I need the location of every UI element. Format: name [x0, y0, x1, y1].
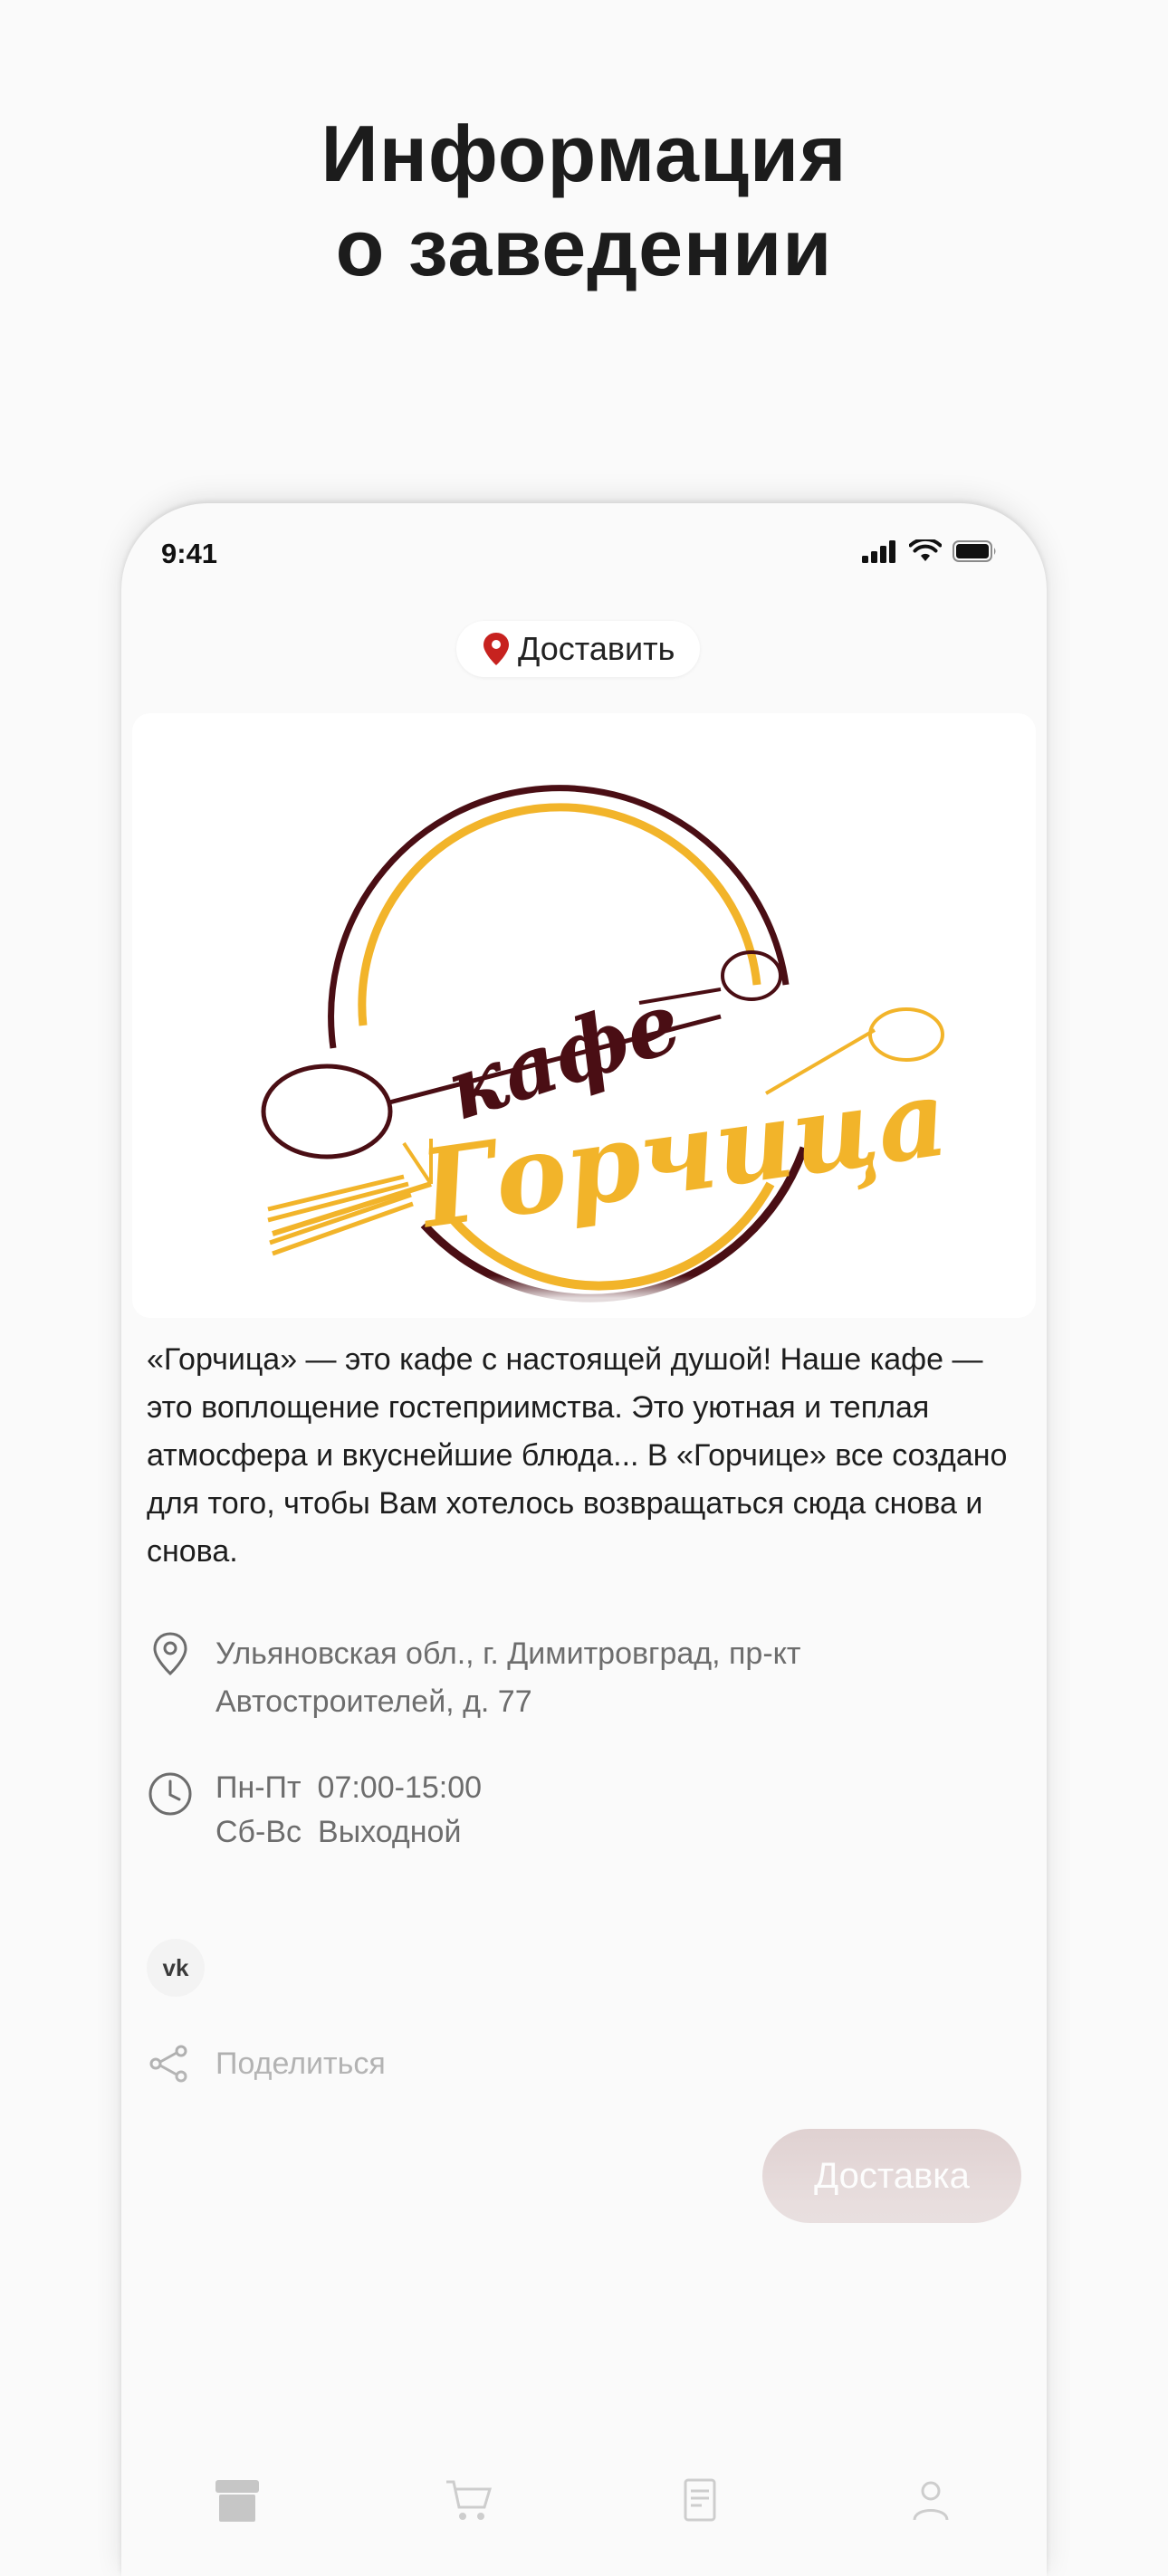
cellular-signal-icon	[862, 540, 895, 563]
map-pin-icon	[153, 1632, 187, 1676]
tab-profile[interactable]	[876, 2476, 985, 2524]
delivery-pill-label: Доставить	[518, 630, 675, 667]
wifi-icon	[909, 539, 942, 561]
status-icons	[862, 539, 998, 563]
store-icon	[215, 2480, 259, 2522]
location-pin-icon	[483, 633, 509, 665]
cafe-logo: кафе Горчица	[261, 785, 954, 1302]
address-text: Ульяновская обл., г. Димитровград, пр-кт…	[215, 1636, 801, 1719]
hours-time: Выходной	[318, 1815, 462, 1849]
receipt-icon	[684, 2478, 716, 2522]
app-screen: 9:41 Доставить кафе Горчица «Горчица» — …	[121, 503, 1047, 2576]
share-icon	[149, 2045, 187, 2083]
cart-icon	[446, 2480, 493, 2520]
cafe-description: «Горчица» — это кафе с настоящей душой! …	[147, 1342, 1008, 1569]
hours-line-weekend: Сб-Вс Выходной	[215, 1815, 482, 1850]
headline-line-2: о заведении	[335, 203, 833, 292]
hours-days: Пн-Пт	[215, 1770, 302, 1805]
tab-cart[interactable]	[414, 2476, 522, 2524]
share-button[interactable]: Поделиться	[147, 2042, 386, 2085]
opening-hours-row: Пн-Пт 07:00-15:00 Сб-Вс Выходной	[147, 1770, 482, 1850]
hours-time: 07:00-15:00	[317, 1770, 483, 1805]
hours-list: Пн-Пт 07:00-15:00 Сб-Вс Выходной	[215, 1770, 482, 1850]
tab-orders[interactable]	[646, 2476, 754, 2524]
delivery-button[interactable]: Доставка	[762, 2129, 1021, 2223]
profile-icon	[913, 2481, 949, 2521]
phone-frame: 9:41 Доставить кафе Горчица «Горчица» — …	[121, 503, 1047, 2576]
headline-line-1: Информация	[321, 109, 847, 198]
bottom-tab-bar	[121, 2476, 1047, 2576]
tab-home[interactable]	[183, 2476, 292, 2524]
hours-days: Сб-Вс	[215, 1815, 302, 1849]
status-time: 9:41	[161, 538, 218, 569]
share-label: Поделиться	[215, 2046, 386, 2081]
battery-icon	[953, 540, 996, 562]
vk-icon: vk	[162, 1953, 189, 1981]
page-headline: Информация о заведении	[0, 107, 1168, 295]
clock-icon	[148, 1772, 192, 1816]
cafe-logo-card: кафе Горчица	[132, 713, 1036, 1318]
address-row[interactable]: Ульяновская обл., г. Димитровград, пр-кт…	[147, 1630, 904, 1726]
hours-line-weekdays: Пн-Пт 07:00-15:00	[215, 1770, 482, 1806]
vk-social-button[interactable]: vk	[147, 1939, 205, 1997]
delivery-address-button[interactable]: Доставить	[456, 621, 701, 677]
